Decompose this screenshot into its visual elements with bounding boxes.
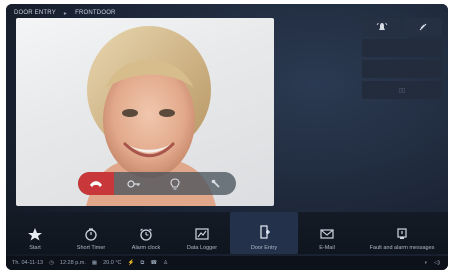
key-icon [127,179,141,188]
network-icon: ⧉ [140,259,145,266]
unlock-button[interactable] [114,172,155,195]
user-icon: ♙ [163,260,169,266]
nav-door-entry[interactable]: Door Entry [230,212,298,254]
app-window: DOOR ENTRY ▸ FRONTDOOR ▯▯ Start Short Ti… [6,4,448,270]
breadcrumb-separator: ▸ [63,10,68,17]
nav-label-data-logger: Data Logger [186,245,218,251]
status-temp: 20.0 °C [103,260,122,266]
side-row-3[interactable] [362,60,442,78]
brightness-icon[interactable]: ◐ [425,260,428,266]
call-controls [78,172,236,195]
mute-icon [419,23,426,31]
nav-short-timer[interactable]: Short Timer [64,212,118,254]
nav-alarm-clock[interactable]: Alarm clock [118,212,174,254]
side-row-4[interactable]: ▯▯ [362,81,442,99]
hangup-button[interactable] [78,172,114,195]
nav-fault-alarm[interactable]: Fault and alarm messages [356,212,448,254]
nav-label-email: E-Mail [319,245,335,251]
temperature-icon: ▦ [91,260,98,266]
light-icon [170,177,180,190]
side-row-1 [362,18,442,36]
mute-button[interactable] [403,18,442,36]
timer-icon [85,228,97,241]
nav-start[interactable]: Start [6,212,64,254]
star-icon [28,228,42,241]
bottom-navigation: Start Short Timer Alarm clock Data Logge… [6,212,448,254]
video-feed [16,18,274,206]
alarm-bell-icon [376,22,387,30]
door-icon [260,225,270,239]
chart-icon [195,228,209,240]
nav-data-logger[interactable]: Data Logger [174,212,230,254]
nav-label-door-entry: Door Entry [250,245,278,251]
alarm-button[interactable] [362,18,401,36]
nav-label-fault-alarm: Fault and alarm messages [369,245,435,251]
tool-icon [211,179,220,188]
nav-label-alarm-clock: Alarm clock [131,245,161,251]
alert-icon [397,228,407,239]
alarm-clock-icon [140,228,152,241]
hangup-icon [90,180,102,187]
mail-icon [320,229,334,239]
nav-label-short-timer: Short Timer [76,245,106,251]
side-panel: ▯▯ [362,18,442,102]
bluetooth-icon: ⚡ [127,260,135,266]
nav-label-start: Start [29,245,41,251]
tool-button[interactable] [195,172,236,195]
phone-icon: ☎ [150,260,158,266]
breadcrumb-door-entry[interactable]: DOOR ENTRY [14,10,56,16]
side-row-2[interactable] [362,39,442,57]
status-bar: Th. 04-11-13 ◷ 12:28 p.m. ▦ 20.0 °C ⚡ ⧉ … [6,256,448,270]
breadcrumb: DOOR ENTRY ▸ FRONTDOOR [14,8,116,18]
status-date: Th. 04-11-13 [12,260,44,266]
breadcrumb-frontdoor: FRONTDOOR [75,10,116,16]
clock-icon: ◷ [49,260,54,266]
volume-icon[interactable]: ◁) [434,260,440,266]
status-time: 12:28 p.m. [59,260,86,266]
light-button[interactable] [155,172,196,195]
nav-email[interactable]: E-Mail [298,212,356,254]
